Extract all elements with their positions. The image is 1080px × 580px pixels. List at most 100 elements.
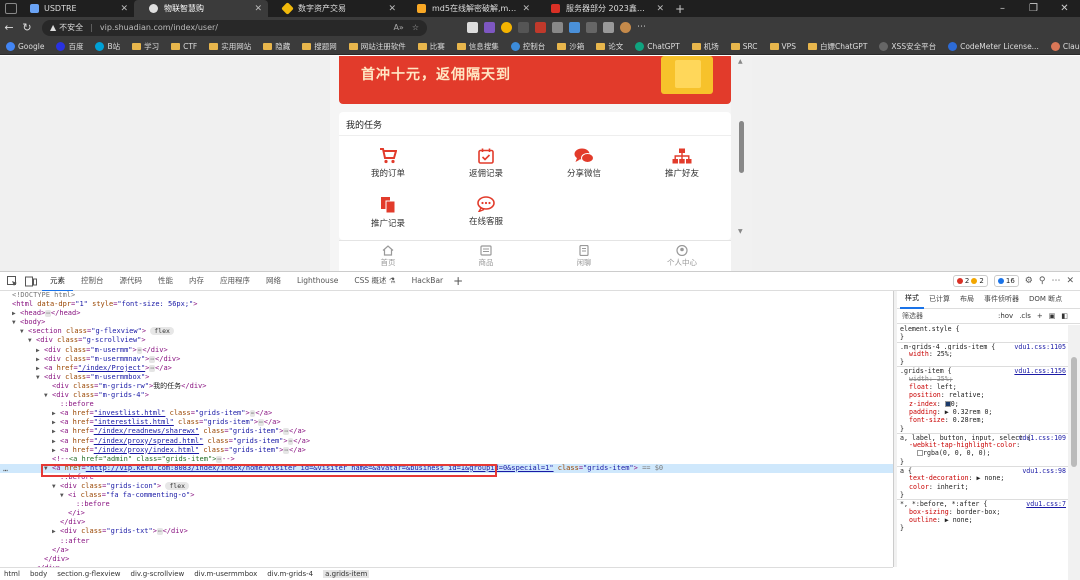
close-devtools-icon[interactable]: ✕ [1066,276,1074,286]
breadcrumb-item[interactable]: div.g-scrollview [131,570,185,578]
browser-tab[interactable]: md5在线解密破解,md5解密加密 ✕ [402,0,536,17]
dom-node[interactable]: ▼ <div class="g-scrollview"> [0,336,893,345]
dom-pseudo[interactable]: ::before [0,500,893,509]
css-property[interactable]: font-size: 0.28rem; [897,416,1068,424]
property-value[interactable]: relative; [949,391,985,399]
bookmark-item[interactable]: 比赛 [417,41,445,52]
bookmark-item[interactable]: 白嫖ChatGPT [807,41,867,52]
property-name[interactable]: -webkit-tap-highlight-color [909,441,1016,449]
breadcrumb-item[interactable]: html [4,570,20,578]
extension-icon[interactable] [603,22,614,33]
profile-avatar-icon[interactable] [620,22,631,33]
security-label[interactable]: 不安全 [59,22,83,33]
bookmark-item[interactable]: 论文 [596,41,623,52]
bookmark-item[interactable]: 机场 [691,41,719,52]
property-value[interactable]: 25%; [937,375,953,383]
extension-icon[interactable] [518,22,529,33]
task-promote-friends[interactable]: 推广好友 [633,142,731,192]
bookmark-item[interactable]: Claude - 神花瓣 - Sl... [1050,41,1080,52]
close-icon[interactable]: ✕ [120,4,128,14]
devtools-tab[interactable]: 性能 [150,271,181,292]
dom-node[interactable]: ▶ <a href="investlist.html" class="grids-… [0,409,893,418]
bookmark-item[interactable]: 网站注册软件 [348,41,406,52]
dom-node[interactable]: ▼ <section class="g-flexview"> flex [0,327,893,336]
issues-count-badge[interactable]: 16 [993,275,1019,287]
bookmark-item[interactable]: 百度 [56,41,83,52]
new-tab-button[interactable]: + [670,0,690,17]
extension-icon[interactable] [501,22,512,33]
css-property[interactable]: box-sizing: border-box; [897,508,1068,516]
url-text[interactable]: vip.shuadian.com/index/user/ [100,23,218,32]
css-value-line[interactable]: rgba(0, 0, 0, 0); [897,449,1068,457]
css-property[interactable]: padding: ▶ 0.32rem 0; [897,408,1068,416]
property-value[interactable]: 0; [951,400,959,408]
devtools-tab[interactable]: 源代码 [112,271,151,292]
source-link[interactable]: vdu1.css:1156 [1014,368,1068,375]
dom-node[interactable]: ▶ <a href="/index/readnews/sharewx" class… [0,427,893,436]
css-property[interactable]: position: relative; [897,391,1068,399]
devtools-tab[interactable]: 应用程序 [212,271,258,292]
property-name[interactable]: text-decoration [909,474,969,482]
task-share-wechat[interactable]: 分享微信 [535,142,633,192]
new-rule-button[interactable]: + [1037,312,1043,320]
dom-node[interactable]: ▶ <a href="/index/proxy/spread.html" clas… [0,437,893,446]
dom-node[interactable]: ▶ <head>⋯</head> [0,309,893,318]
dom-node[interactable]: ▶ <a href="interestlist.html" class="grid… [0,418,893,427]
property-value[interactable]: border-box; [957,508,1001,516]
inspect-element-icon[interactable] [4,274,20,288]
task-my-orders[interactable]: 我的订单 [339,142,437,192]
property-value[interactable]: ▶ 0.32rem 0; [945,408,993,416]
property-name[interactable]: box-sizing [909,508,949,516]
css-property[interactable]: width: 25%; [897,375,1068,383]
breadcrumb-item[interactable]: section.g-flexview [57,570,120,578]
task-rebate-records[interactable]: 返佣记录 [437,142,535,192]
css-property[interactable]: z-index: 0; [897,400,1068,408]
css-selector[interactable]: element.style { [897,325,1068,333]
dom-node[interactable]: ▶ <div class="m-usermm">⋯</div> [0,346,893,355]
dom-node[interactable]: </i> [0,509,893,518]
nav-item-chat[interactable]: 闲聊 [535,241,633,271]
styles-tab[interactable]: DOM 断点 [1024,291,1067,308]
property-name[interactable]: padding [909,408,937,416]
dom-pseudo[interactable]: ::after [0,537,893,546]
bookmark-item[interactable]: SRC [730,42,758,51]
dom-node[interactable]: </div> [0,518,893,527]
bookmark-item[interactable]: CTF [171,42,197,51]
property-value[interactable]: rgba(0, 0, 0, 0); [923,449,991,457]
property-name[interactable]: font-size [909,416,945,424]
issues-badge[interactable]: 2 2 [952,275,988,287]
dom-node[interactable]: ▼ <i class="fa fa-commenting-o"> [0,491,893,500]
node-actions-icon[interactable]: ⋯ [3,466,8,475]
bookmark-item[interactable]: B站 [95,41,120,52]
styles-tab[interactable]: 布局 [955,291,979,308]
devtools-tab[interactable]: CSS 概述 ⚗ [346,271,403,292]
css-property[interactable]: color: inherit; [897,483,1068,491]
property-value[interactable]: inherit; [937,483,969,491]
bookmark-item[interactable]: 实用网站 [209,41,251,52]
css-property[interactable]: outline: ▶ none; [897,516,1068,524]
address-bar[interactable]: ▲ 不安全 | vip.shuadian.com/index/user/ A» … [42,19,427,36]
css-property[interactable]: width: 25%; [897,350,1068,358]
css-selector[interactable]: vdu1.css:1156 .grids-item { [897,366,1068,375]
property-value[interactable]: left; [937,383,957,391]
hov-button[interactable]: :hov [998,312,1013,320]
computed-toggle-icon[interactable]: ▣ [1049,312,1056,320]
property-name[interactable]: z-index [909,400,937,408]
browser-tab[interactable]: 数字资产交易 ✕ [268,0,402,17]
scroll-down-icon[interactable]: ▼ [738,228,743,235]
bookmark-item[interactable]: Google [6,41,44,51]
sidebar-toggle-icon[interactable]: ◧ [1061,312,1068,320]
dom-node[interactable]: <html data-dpr="1" style="font-size: 56p… [0,300,893,309]
extension-icon[interactable] [586,22,597,33]
settings-icon[interactable]: ⚙ [1025,276,1033,286]
devtools-tab[interactable]: 元素 [42,271,73,292]
breadcrumb-item[interactable]: div.m-usermmbox [194,570,257,578]
close-icon[interactable]: ✕ [254,4,262,14]
property-value[interactable]: 0.28rem; [953,416,985,424]
nav-item-home[interactable]: 首页 [339,241,437,271]
dom-node[interactable]: ▼ <body> [0,318,893,327]
extension-icon[interactable] [467,22,478,33]
close-window-icon[interactable]: ✕ [1049,0,1080,17]
cls-button[interactable]: .cls [1019,312,1031,320]
nav-item-products[interactable]: 商品 [437,241,535,271]
